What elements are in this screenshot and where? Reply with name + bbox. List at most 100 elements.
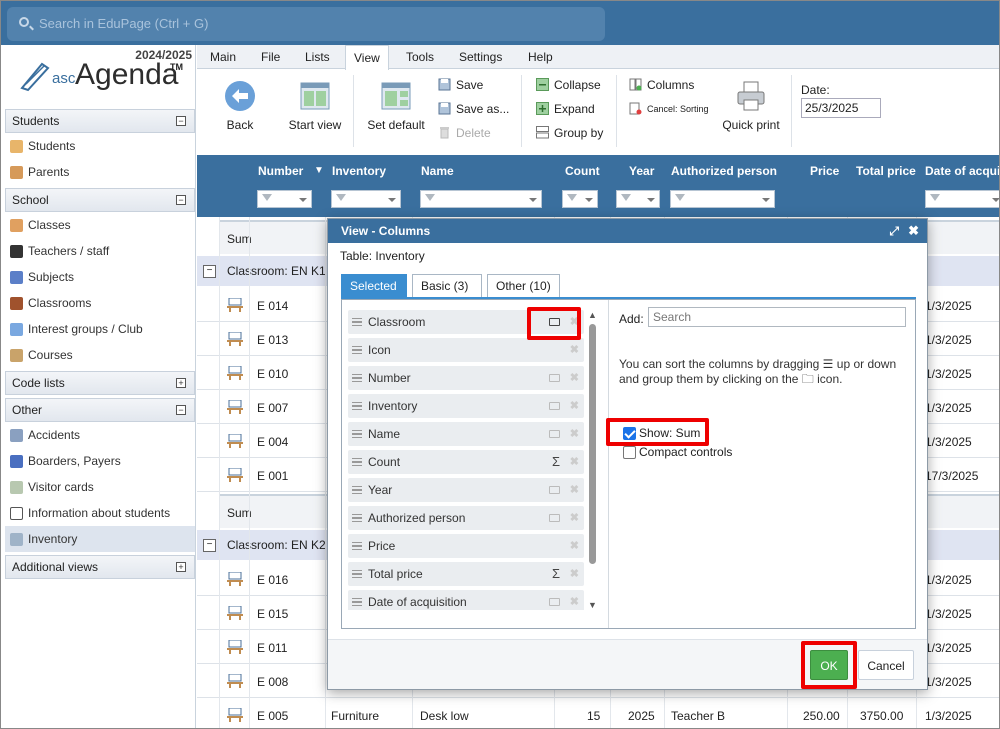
menu-help[interactable]: Help bbox=[520, 45, 561, 69]
drag-handle-icon[interactable] bbox=[352, 346, 362, 354]
drag-handle-icon[interactable] bbox=[352, 542, 362, 550]
menu-settings[interactable]: Settings bbox=[451, 45, 510, 69]
collapse-icon[interactable]: − bbox=[176, 405, 186, 415]
save-button[interactable]: Save bbox=[438, 76, 483, 94]
header-name[interactable]: Name bbox=[421, 164, 454, 178]
menu-main[interactable]: Main bbox=[202, 45, 244, 69]
drag-handle-icon[interactable] bbox=[352, 514, 362, 522]
sidebar-item-classrooms[interactable]: Classrooms bbox=[5, 290, 195, 316]
folder-icon[interactable] bbox=[549, 486, 560, 494]
tab-selected[interactable]: Selected bbox=[341, 274, 407, 298]
collapse-icon[interactable]: − bbox=[176, 195, 186, 205]
sidebar-item-parents[interactable]: Parents bbox=[5, 159, 195, 185]
date-field[interactable]: 25/3/2025 bbox=[801, 98, 881, 118]
sidebar-item-courses[interactable]: Courses bbox=[5, 342, 195, 368]
cancel-button[interactable]: Cancel bbox=[858, 650, 914, 680]
sidebar-section-additional-views[interactable]: Additional views + bbox=[5, 555, 195, 579]
close-icon[interactable]: ✖ bbox=[908, 219, 919, 243]
remove-column-icon[interactable]: ✖ bbox=[570, 310, 579, 334]
remove-column-icon[interactable]: ✖ bbox=[570, 534, 579, 558]
filter-number[interactable] bbox=[257, 190, 312, 208]
sum-icon[interactable]: Σ bbox=[552, 562, 560, 586]
delete-button[interactable]: Delete bbox=[438, 124, 491, 142]
show-sum-checkbox[interactable]: Show: Sum bbox=[623, 426, 700, 442]
expand-button[interactable]: Expand bbox=[536, 100, 595, 118]
remove-column-icon[interactable]: ✖ bbox=[570, 478, 579, 502]
drag-handle-icon[interactable] bbox=[352, 430, 362, 438]
sidebar-item-subjects[interactable]: Subjects bbox=[5, 264, 195, 290]
remove-column-icon[interactable]: ✖ bbox=[570, 394, 579, 418]
folder-icon[interactable] bbox=[549, 374, 560, 382]
column-item[interactable]: Authorized person ✖ bbox=[348, 506, 584, 530]
filter-authorized-person[interactable] bbox=[670, 190, 775, 208]
remove-column-icon[interactable]: ✖ bbox=[570, 450, 579, 474]
sidebar-item-interest-groups[interactable]: Interest groups / Club bbox=[5, 316, 195, 342]
group-by-button[interactable]: Group by bbox=[536, 124, 603, 142]
header-authorized-person[interactable]: Authorized person bbox=[671, 164, 777, 178]
collapse-icon[interactable]: − bbox=[176, 116, 186, 126]
tab-basic[interactable]: Basic (3) bbox=[412, 274, 482, 298]
sum-icon[interactable]: Σ bbox=[552, 450, 560, 474]
column-item[interactable]: Name ✖ bbox=[348, 422, 584, 446]
remove-column-icon[interactable]: ✖ bbox=[570, 366, 579, 390]
drag-handle-icon[interactable] bbox=[352, 598, 362, 606]
collapse-group-icon[interactable]: − bbox=[203, 539, 216, 552]
folder-icon[interactable] bbox=[549, 402, 560, 410]
drag-handle-icon[interactable] bbox=[352, 318, 362, 326]
cancel-sorting-button[interactable]: Cancel: Sorting bbox=[629, 100, 709, 118]
folder-icon[interactable] bbox=[549, 318, 560, 326]
sidebar-item-visitor-cards[interactable]: Visitor cards bbox=[5, 474, 195, 500]
scroll-down-icon[interactable]: ▼ bbox=[588, 600, 597, 610]
list-scrollbar[interactable]: ▲ ▼ bbox=[588, 310, 598, 610]
sidebar-section-other[interactable]: Other − bbox=[5, 398, 195, 422]
filter-name[interactable] bbox=[420, 190, 542, 208]
remove-column-icon[interactable]: ✖ bbox=[570, 590, 579, 610]
folder-icon[interactable] bbox=[549, 430, 560, 438]
remove-column-icon[interactable]: ✖ bbox=[570, 506, 579, 530]
filter-date[interactable] bbox=[925, 190, 1000, 208]
column-item[interactable]: Date of acquisition ✖ bbox=[348, 590, 584, 610]
column-item[interactable]: Price ✖ bbox=[348, 534, 584, 558]
collapse-group-icon[interactable]: − bbox=[203, 265, 216, 278]
sidebar-item-accidents[interactable]: Accidents bbox=[5, 422, 195, 448]
collapse-button[interactable]: Collapse bbox=[536, 76, 601, 94]
column-item[interactable]: Number ✖ bbox=[348, 366, 584, 390]
sidebar-section-code-lists[interactable]: Code lists + bbox=[5, 371, 195, 395]
column-item[interactable]: Total price Σ ✖ bbox=[348, 562, 584, 586]
sidebar-item-boarders[interactable]: Boarders, Payers bbox=[5, 448, 195, 474]
sidebar-item-inventory[interactable]: Inventory bbox=[5, 526, 195, 552]
drag-handle-icon[interactable] bbox=[352, 374, 362, 382]
expand-icon[interactable]: + bbox=[176, 378, 186, 388]
sidebar-item-classes[interactable]: Classes bbox=[5, 212, 195, 238]
remove-column-icon[interactable]: ✖ bbox=[570, 562, 579, 586]
sidebar-section-students[interactable]: Students − bbox=[5, 109, 195, 133]
sidebar-section-school[interactable]: School − bbox=[5, 188, 195, 212]
sidebar-item-teachers[interactable]: Teachers / staff bbox=[5, 238, 195, 264]
filter-year[interactable] bbox=[616, 190, 660, 208]
column-item[interactable]: Count Σ ✖ bbox=[348, 450, 584, 474]
header-count[interactable]: Count bbox=[565, 164, 600, 178]
menu-view[interactable]: View bbox=[345, 45, 389, 70]
quick-print-button[interactable]: Quick print bbox=[720, 80, 782, 132]
menu-lists[interactable]: Lists bbox=[297, 45, 338, 69]
drag-handle-icon[interactable] bbox=[352, 486, 362, 494]
menu-file[interactable]: File bbox=[253, 45, 288, 69]
start-view-button[interactable]: Start view bbox=[286, 80, 344, 132]
drag-handle-icon[interactable] bbox=[352, 402, 362, 410]
sidebar-item-info-students[interactable]: Information about students bbox=[5, 500, 195, 526]
ok-button[interactable]: OK bbox=[810, 650, 848, 680]
set-default-button[interactable]: Set default bbox=[364, 80, 428, 132]
header-year[interactable]: Year bbox=[629, 164, 654, 178]
filter-count[interactable] bbox=[562, 190, 598, 208]
compact-controls-checkbox[interactable]: Compact controls bbox=[623, 445, 732, 461]
drag-handle-icon[interactable] bbox=[352, 458, 362, 466]
save-as-button[interactable]: Save as... bbox=[438, 100, 509, 118]
column-item[interactable]: Classroom ✖ bbox=[348, 310, 584, 334]
folder-icon[interactable] bbox=[549, 598, 560, 606]
search-input[interactable]: Search in EduPage (Ctrl + G) bbox=[7, 7, 605, 41]
scroll-up-icon[interactable]: ▲ bbox=[588, 310, 597, 320]
drag-handle-icon[interactable] bbox=[352, 570, 362, 578]
header-price[interactable]: Price bbox=[810, 164, 839, 178]
column-item[interactable]: Year ✖ bbox=[348, 478, 584, 502]
header-inventory[interactable]: Inventory bbox=[332, 164, 386, 178]
